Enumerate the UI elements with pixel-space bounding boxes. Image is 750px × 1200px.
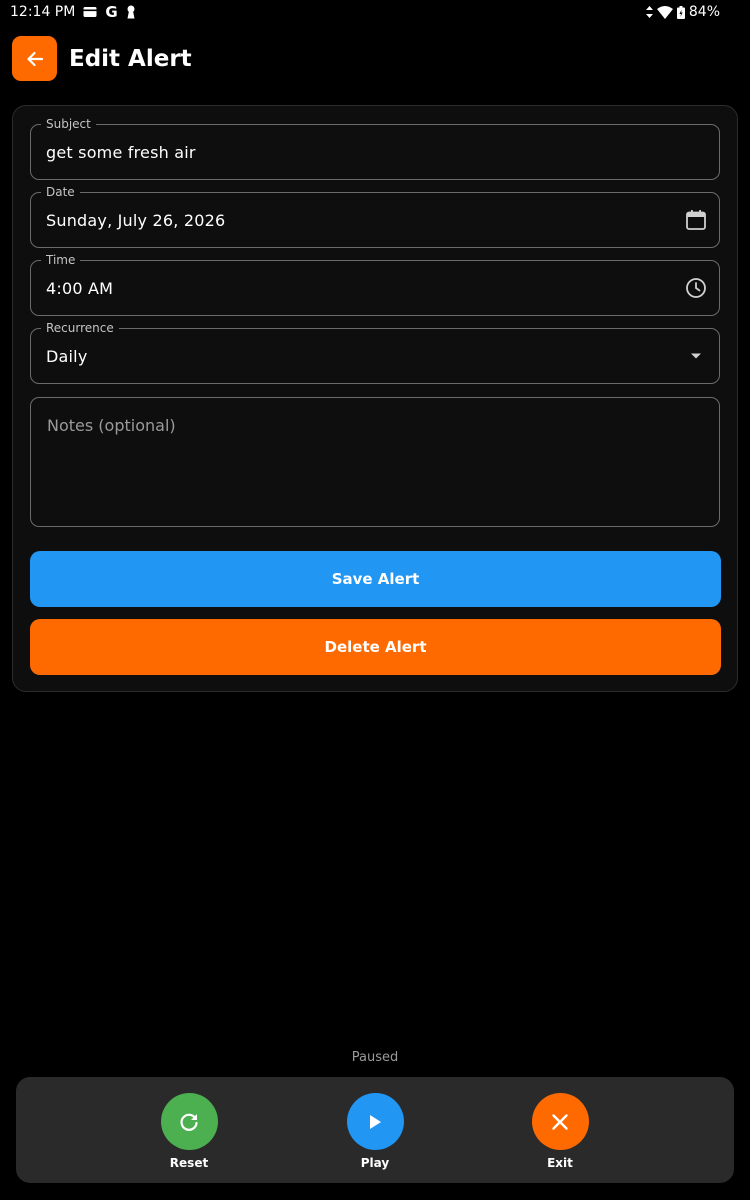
reset-label: Reset [169,1156,209,1170]
exit-control[interactable]: Exit [520,1093,600,1170]
notes-placeholder: Notes (optional) [47,416,176,435]
subject-value: get some fresh air [46,142,196,162]
back-button[interactable] [12,36,57,81]
play-label: Play [360,1156,390,1170]
delete-alert-button[interactable]: Delete Alert [30,619,721,675]
play-icon [366,1113,384,1131]
screen: 12:14 PM G 84% Edit Alert Subject get so… [0,0,750,1200]
battery-percent: 84% [688,4,720,20]
reset-control[interactable]: Reset [149,1093,229,1170]
refresh-icon [178,1111,200,1133]
time-value: 4:00 AM [46,278,114,298]
battery-icon [676,5,685,19]
page-title: Edit Alert [69,45,192,72]
close-icon [551,1113,569,1131]
reset-button[interactable] [160,1093,218,1150]
arrow-left-icon [25,49,45,69]
save-alert-button[interactable]: Save Alert [30,551,721,607]
player-status: Paused [351,1050,399,1065]
calendar-icon[interactable] [685,209,707,231]
date-value: Sunday, July 26, 2026 [46,210,226,230]
alert-form-card: Subject get some fresh air Date Sunday, … [12,105,738,692]
status-bar-left: 12:14 PM G [10,3,136,21]
data-arrows-icon [645,6,653,18]
time-field[interactable]: Time 4:00 AM [30,253,720,316]
exit-button[interactable] [531,1093,589,1150]
wifi-icon [656,5,673,19]
recurrence-value: Daily [46,346,88,366]
play-control[interactable]: Play [335,1093,415,1170]
notes-textarea[interactable]: Notes (optional) [30,397,720,527]
card-icon [83,6,97,18]
exit-label: Exit [547,1156,573,1170]
status-bar-right: 84% [645,4,740,20]
date-field[interactable]: Date Sunday, July 26, 2026 [30,185,720,248]
play-button[interactable] [346,1093,404,1150]
google-icon: G [105,3,118,21]
playback-control-bar: Reset Play Exit [16,1077,734,1183]
app-header: Edit Alert [12,36,192,81]
recurrence-select[interactable]: Recurrence Daily [30,321,720,384]
clock-icon[interactable] [685,277,707,299]
dropdown-arrow-icon[interactable] [690,353,702,360]
status-bar: 12:14 PM G 84% [0,0,750,24]
status-time: 12:14 PM [10,4,76,20]
keyhole-icon [126,5,136,19]
subject-field[interactable]: Subject get some fresh air [30,117,720,180]
